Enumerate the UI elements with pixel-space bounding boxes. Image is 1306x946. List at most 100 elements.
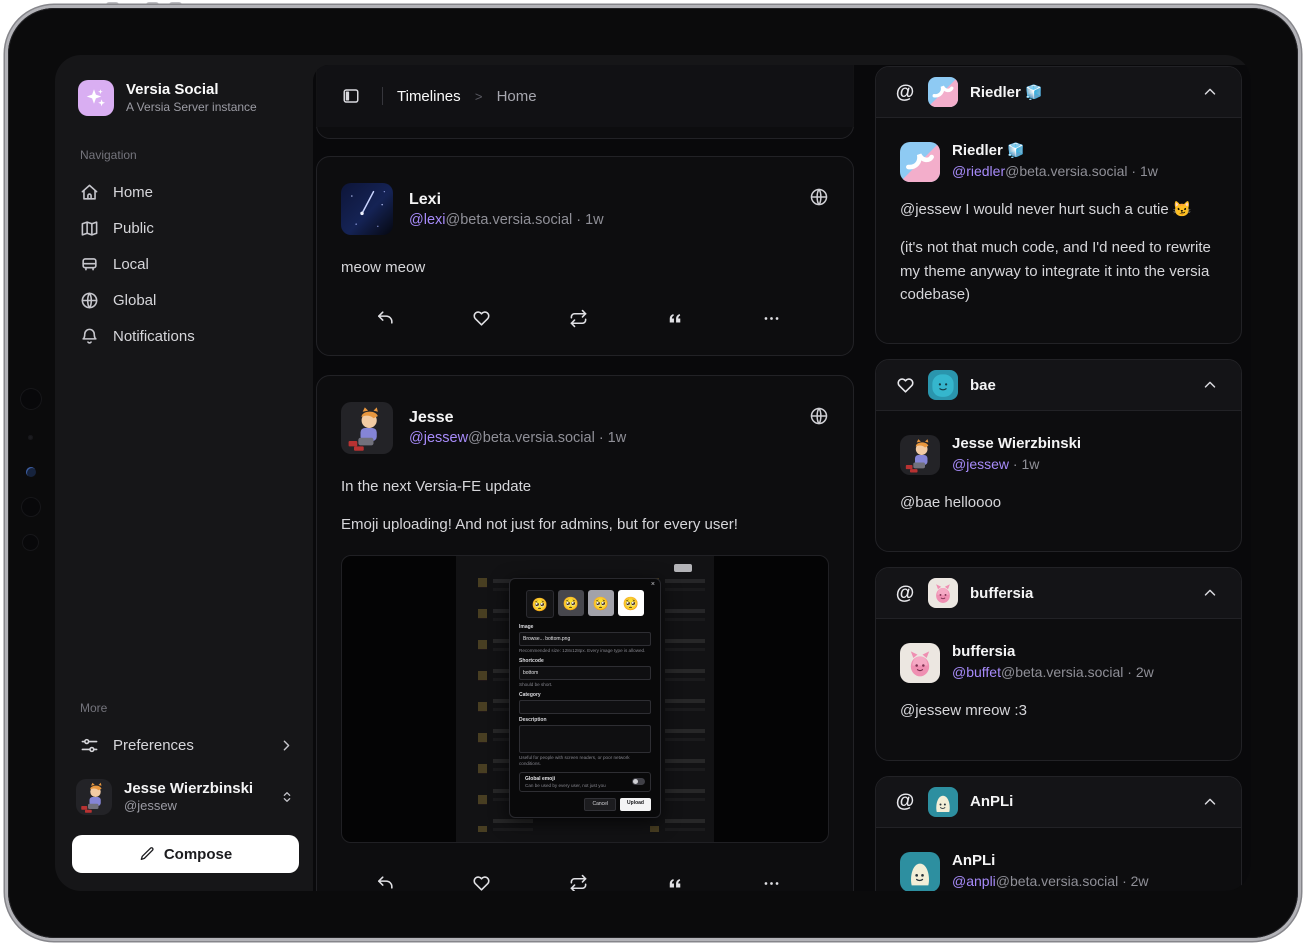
preferences-label: Preferences — [113, 737, 194, 754]
sidebar-item-public[interactable]: Public — [78, 210, 297, 246]
collapse-button[interactable] — [1193, 785, 1227, 819]
cancel-button: Cancel — [584, 798, 616, 811]
notification-content: @jessew mreow :3 — [900, 699, 1217, 722]
sensor-dot — [28, 435, 33, 440]
quote-button[interactable] — [657, 305, 693, 333]
dimmed-upload-button — [674, 564, 692, 572]
sidebar-item-notifications[interactable]: Notifications — [78, 318, 297, 354]
current-user-name: Jesse Wierzbinski — [124, 780, 253, 798]
notification-user-handle[interactable]: @jessew · 1w — [952, 456, 1081, 472]
chevron-up-icon — [1201, 83, 1219, 101]
breadcrumb: Timelines > Home — [397, 88, 537, 105]
mention-icon: @ — [894, 792, 916, 811]
embedded-screenshot: × 🥺 🥺 🥺 🥺 Image Browse... — [456, 556, 714, 842]
post-media-attachment[interactable]: × 🥺 🥺 🥺 🥺 Image Browse... — [341, 555, 829, 843]
more-button[interactable] — [753, 869, 789, 891]
handle-mention: @anpli — [952, 873, 996, 889]
account-switcher[interactable]: Jesse Wierzbinski @jessew — [72, 779, 299, 815]
notification-user-name[interactable]: Jesse Wierzbinski — [952, 435, 1081, 453]
app-subtitle: A Versia Server instance — [126, 100, 257, 116]
post-content: Emoji uploading! And not just for admins… — [341, 514, 829, 536]
post-author-handle[interactable]: @jessew@beta.versia.social · 1w — [409, 430, 626, 446]
description-field-help: Useful for people with screen readers, o… — [519, 755, 651, 768]
avatar — [928, 578, 958, 608]
like-button[interactable] — [464, 305, 500, 333]
main-panel: Timelines > Home — [313, 65, 1251, 891]
breadcrumb-timelines[interactable]: Timelines — [397, 88, 461, 105]
avatar[interactable] — [900, 142, 940, 182]
notification-title: bae — [970, 377, 996, 394]
collapse-button[interactable] — [1193, 576, 1227, 610]
close-icon: × — [651, 581, 655, 588]
current-user-handle: @jessew — [124, 798, 253, 815]
sidebar-item-label: Public — [113, 220, 154, 237]
timeline-scroll-area[interactable]: Lexi @lexi@beta.versia.social · 1w meow … — [316, 65, 854, 891]
bus-icon — [80, 255, 99, 274]
mention-icon: @ — [894, 584, 916, 603]
handle-meta: @beta.versia.social · 1w — [468, 430, 626, 446]
home-icon — [80, 183, 99, 202]
notification-title: Riedler 🧊 — [970, 84, 1042, 101]
avatar[interactable] — [341, 402, 393, 454]
sidebar-item-label: Notifications — [113, 328, 195, 345]
sidebar-item-preferences[interactable]: Preferences — [72, 727, 299, 763]
notification-anpli: @ AnPLi — [875, 776, 1242, 892]
handle-mention: @jessew — [409, 430, 468, 446]
notification-user-name[interactable]: AnPLi — [952, 852, 1149, 870]
more-button[interactable] — [753, 305, 789, 333]
chevron-up-icon — [1201, 793, 1219, 811]
cube-emoji: 🧊 — [1007, 142, 1024, 158]
panel-left-icon — [342, 87, 360, 105]
notifications-column: @ Riedler 🧊 — [875, 66, 1242, 891]
description-field-label: Description — [519, 717, 651, 723]
pencil-icon — [139, 846, 155, 862]
breadcrumb-separator: > — [475, 89, 483, 104]
reply-button[interactable] — [367, 869, 403, 891]
avatar[interactable] — [341, 183, 393, 235]
reply-button[interactable] — [367, 305, 403, 333]
notification-user-handle[interactable]: @buffet@beta.versia.social · 2w — [952, 664, 1154, 680]
boost-button[interactable] — [560, 305, 596, 333]
collapse-button[interactable] — [1193, 368, 1227, 402]
front-camera — [26, 467, 36, 477]
like-icon — [894, 376, 916, 395]
boost-button[interactable] — [560, 869, 596, 891]
notification-buffersia: @ buffersia — [875, 567, 1242, 760]
tablet-device: Versia Social A Versia Server instance N… — [0, 0, 1306, 946]
visibility-globe-icon — [809, 187, 829, 235]
post-author-name[interactable]: Lexi — [409, 191, 604, 209]
notification-content: @bae helloooo — [900, 491, 1217, 514]
emoji-upload-modal: × 🥺 🥺 🥺 🥺 Image Browse... — [509, 578, 661, 818]
avatar[interactable] — [900, 852, 940, 892]
chevron-right-icon — [278, 737, 295, 754]
handle-meta: · 1w — [1009, 456, 1039, 472]
like-button[interactable] — [464, 869, 500, 891]
notification-user-handle[interactable]: @riedler@beta.versia.social · 1w — [952, 163, 1158, 179]
sidebar-item-local[interactable]: Local — [78, 246, 297, 282]
breadcrumb-home[interactable]: Home — [497, 88, 537, 105]
category-field-label: Category — [519, 692, 651, 698]
avatar[interactable] — [900, 643, 940, 683]
avatar — [76, 779, 112, 815]
notification-user-name[interactable]: Riedler 🧊 — [952, 142, 1158, 160]
sidebar-toggle-button[interactable] — [334, 79, 368, 113]
sidebar-item-global[interactable]: Global — [78, 282, 297, 318]
sensor-dot — [21, 497, 41, 517]
app-brand[interactable]: Versia Social A Versia Server instance — [78, 80, 297, 116]
notification-header: @ buffersia — [876, 568, 1241, 619]
quote-button[interactable] — [657, 869, 693, 891]
notification-user-name[interactable]: buffersia — [952, 643, 1154, 661]
sidebar: Versia Social A Versia Server instance N… — [55, 55, 313, 891]
notification-user-handle[interactable]: @anpli@beta.versia.social · 2w — [952, 873, 1149, 889]
compose-button[interactable]: Compose — [72, 835, 299, 873]
sidebar-item-home[interactable]: Home — [78, 174, 297, 210]
collapse-button[interactable] — [1193, 75, 1227, 109]
avatar — [928, 370, 958, 400]
sidebar-item-label: Global — [113, 292, 156, 309]
global-emoji-toggle — [632, 778, 645, 785]
sidebar-item-label: Local — [113, 256, 149, 273]
post-author-handle[interactable]: @lexi@beta.versia.social · 1w — [409, 212, 604, 228]
avatar[interactable] — [900, 435, 940, 475]
post-actions — [341, 869, 829, 891]
post-author-name[interactable]: Jesse — [409, 409, 626, 427]
